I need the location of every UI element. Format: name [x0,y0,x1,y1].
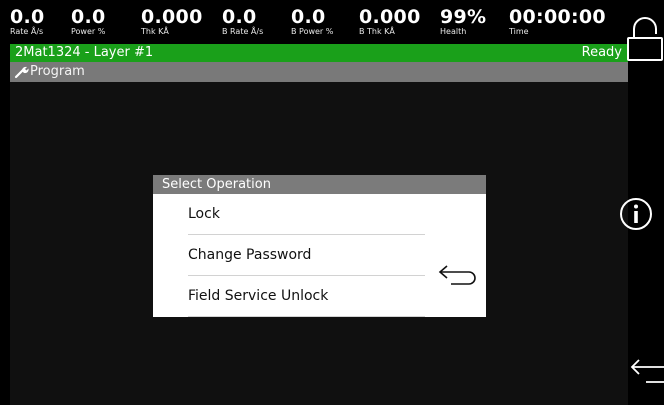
right-sidebar [620,0,664,405]
menu-item-lock[interactable]: Lock [188,194,425,235]
metric-label: Power % [71,27,106,36]
metrics-bar: 0.0 Rate Å/s 0.0 Power % 0.000 Thk KÅ 0.… [10,0,628,44]
metric-value: 0.0 [291,6,326,28]
metric-value: 0.000 [359,6,421,28]
metric-label: B Thk KÅ [359,27,395,36]
status-bar: 2Mat1324 - Layer #1 Ready [10,44,628,62]
wrench-icon [14,66,29,79]
mode-label: Program [30,64,85,79]
info-icon[interactable] [618,196,654,232]
metric-time: 00:00:00 Time [509,7,606,36]
metric-label: B Rate Å/s [222,27,264,36]
metric-value: 00:00:00 [509,6,606,28]
app-window: 0.0 Rate Å/s 0.0 Power % 0.000 Thk KÅ 0.… [0,0,664,405]
metric-label: Rate Å/s [10,27,44,36]
metric-value: 0.0 [71,6,106,28]
status-text: Ready [581,45,622,60]
main-screen: 0.0 Rate Å/s 0.0 Power % 0.000 Thk KÅ 0.… [10,0,628,405]
metric-power: 0.0 Power % [71,7,106,36]
mode-bar: Program [10,62,628,82]
menu-item-field-service-unlock[interactable]: Field Service Unlock [188,276,425,317]
lock-icon[interactable] [626,16,664,62]
menu-item-change-password[interactable]: Change Password [188,235,425,276]
metric-label: Thk KÅ [141,27,169,36]
metric-value: 0.000 [141,6,203,28]
dialog-title: Select Operation [153,175,486,194]
metric-b-thickness: 0.000 B Thk KÅ [359,7,421,36]
metric-b-rate: 0.0 B Rate Å/s [222,7,263,36]
metric-label: Health [440,27,467,36]
metric-label: B Power % [291,27,334,36]
layer-title: 2Mat1324 - Layer #1 [15,45,154,60]
metric-value: 0.0 [10,6,45,28]
back-arrow-icon[interactable] [628,356,664,386]
metric-health: 99% Health [440,7,486,36]
metric-b-power: 0.0 B Power % [291,7,333,36]
metric-value: 99% [440,6,487,28]
metric-rate: 0.0 Rate Å/s [10,7,45,36]
metric-label: Time [509,27,529,36]
metric-value: 0.0 [222,6,257,28]
select-operation-dialog: Select Operation Lock Change Password Fi… [153,175,486,317]
back-arrow-icon[interactable] [433,263,477,289]
metric-thickness: 0.000 Thk KÅ [141,7,203,36]
